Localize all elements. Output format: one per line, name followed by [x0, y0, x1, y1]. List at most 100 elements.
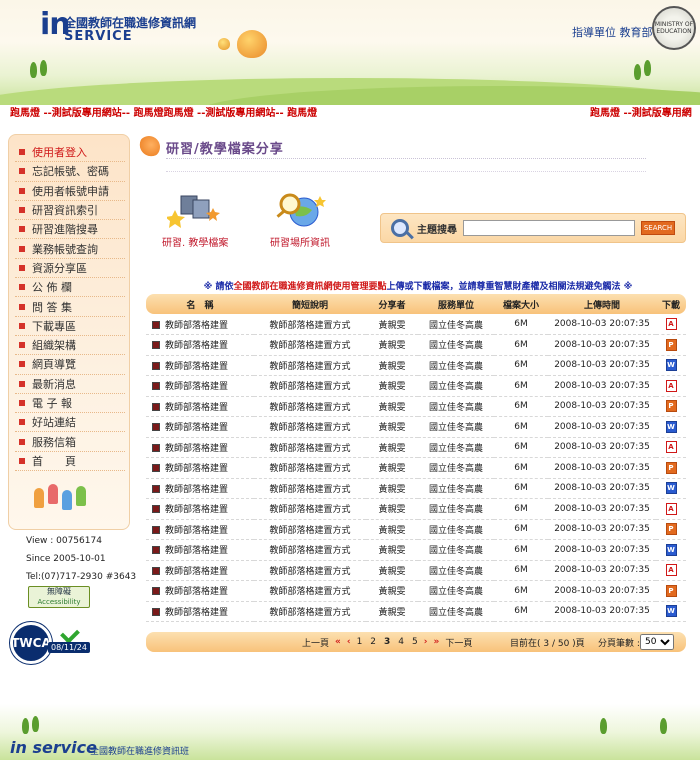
last-page-arrow[interactable]: »	[433, 637, 439, 647]
download-cell[interactable]: A	[656, 375, 686, 397]
word-file-icon[interactable]: W	[665, 605, 677, 618]
file-name-cell[interactable]: 教師部落格建置	[146, 396, 254, 417]
file-desc: 教師部落格建置方式	[254, 375, 366, 397]
download-cell[interactable]: P	[656, 519, 686, 540]
file-name[interactable]: 教師部落格建置	[165, 321, 228, 331]
sidebar-item[interactable]: 服務信箱	[15, 432, 125, 452]
download-cell[interactable]: P	[656, 334, 686, 356]
file-name[interactable]: 教師部落格建置	[165, 526, 228, 536]
ppt-file-icon[interactable]: P	[665, 584, 677, 597]
download-cell[interactable]: W	[656, 601, 686, 622]
per-page-select[interactable]: 50	[640, 634, 674, 650]
file-name-cell[interactable]: 教師部落格建置	[146, 416, 254, 438]
file-name[interactable]: 教師部落格建置	[165, 464, 228, 474]
file-name-cell[interactable]: 教師部落格建置	[146, 580, 254, 602]
file-name-cell[interactable]: 教師部落格建置	[146, 375, 254, 397]
file-name[interactable]: 教師部落格建置	[165, 546, 228, 556]
file-name[interactable]: 教師部落格建置	[165, 505, 228, 515]
file-name-cell[interactable]: 教師部落格建置	[146, 355, 254, 376]
sidebar-item[interactable]: 組織架構	[15, 336, 125, 356]
sidebar-item[interactable]: 研習進階搜尋	[15, 220, 125, 240]
file-name[interactable]: 教師部落格建置	[165, 608, 228, 618]
next-page-arrow[interactable]: ›	[424, 637, 428, 647]
download-cell[interactable]: A	[656, 498, 686, 520]
sidebar-item[interactable]: 下載專區	[15, 317, 125, 336]
first-page-arrow[interactable]: «	[335, 637, 341, 647]
shortcut-venue-info[interactable]: 研習場所資訊	[270, 190, 330, 249]
search-input[interactable]	[463, 220, 635, 236]
sidebar-item[interactable]: 電 子 報	[15, 394, 125, 414]
sidebar-item[interactable]: 忘記帳號、密碼	[15, 162, 125, 182]
file-name[interactable]: 教師部落格建置	[165, 567, 228, 577]
file-name[interactable]: 教師部落格建置	[165, 362, 228, 372]
shortcut-teaching-files[interactable]: 研習. 教學檔案	[162, 190, 228, 249]
bullet-icon	[19, 207, 25, 214]
file-name-cell[interactable]: 教師部落格建置	[146, 498, 254, 520]
file-name-cell[interactable]: 教師部落格建置	[146, 478, 254, 499]
pdf-file-icon[interactable]: A	[665, 502, 677, 515]
prev-page-arrow[interactable]: ‹	[347, 637, 351, 647]
file-name-cell[interactable]: 教師部落格建置	[146, 539, 254, 561]
sidebar-item[interactable]: 問 答 集	[15, 297, 125, 317]
ministry-name[interactable]: 教育部	[620, 26, 653, 39]
pdf-file-icon[interactable]: A	[665, 318, 677, 330]
download-cell[interactable]: W	[656, 355, 686, 376]
file-name-cell[interactable]: 教師部落格建置	[146, 601, 254, 622]
download-cell[interactable]: A	[656, 560, 686, 581]
download-cell[interactable]: A	[656, 437, 686, 458]
sidebar-item[interactable]: 資源分享區	[15, 259, 125, 279]
pdf-file-icon[interactable]: A	[665, 379, 677, 392]
file-name[interactable]: 教師部落格建置	[165, 587, 228, 597]
page-number-link[interactable]: 1	[357, 637, 363, 647]
ppt-file-icon[interactable]: P	[665, 461, 677, 474]
ppt-file-icon[interactable]: P	[665, 400, 677, 413]
search-button[interactable]: SEARCH	[641, 221, 675, 235]
download-cell[interactable]: W	[656, 416, 686, 438]
word-file-icon[interactable]: W	[665, 543, 677, 556]
page-number-link[interactable]: 2	[370, 637, 376, 647]
download-cell[interactable]: A	[656, 314, 686, 335]
sidebar-item[interactable]: 使用者登入	[15, 143, 125, 163]
sidebar-item[interactable]: 首 頁	[15, 452, 125, 472]
file-name[interactable]: 教師部落格建置	[165, 403, 228, 413]
sidebar-item[interactable]: 使用者帳號申請	[15, 182, 125, 201]
file-name[interactable]: 教師部落格建置	[165, 382, 228, 392]
sidebar-item[interactable]: 網頁導覽	[15, 355, 125, 375]
word-file-icon[interactable]: W	[665, 482, 677, 495]
next-page-link[interactable]: 下一頁	[445, 636, 472, 649]
ppt-file-icon[interactable]: P	[665, 338, 677, 351]
prev-page-link[interactable]: 上一頁	[302, 636, 329, 649]
ppt-file-icon[interactable]: P	[665, 523, 677, 536]
download-cell[interactable]: P	[656, 396, 686, 417]
download-cell[interactable]: P	[656, 457, 686, 479]
accessibility-badge[interactable]: 無障礙 Accessibility	[28, 586, 90, 608]
download-cell[interactable]: P	[656, 580, 686, 602]
file-name[interactable]: 教師部落格建置	[165, 444, 228, 454]
twca-badge[interactable]: TWCA 08/11/24	[10, 622, 106, 664]
word-file-icon[interactable]: W	[665, 359, 677, 372]
sidebar-item[interactable]: 業務帳號查詢	[15, 239, 125, 259]
page-number-link[interactable]: 3	[384, 637, 390, 647]
word-file-icon[interactable]: W	[665, 420, 677, 433]
download-cell[interactable]: W	[656, 478, 686, 499]
download-cell[interactable]: W	[656, 539, 686, 561]
page-number-link[interactable]: 5	[412, 637, 418, 647]
file-name-cell[interactable]: 教師部落格建置	[146, 334, 254, 356]
file-name[interactable]: 教師部落格建置	[165, 423, 228, 433]
file-name-cell[interactable]: 教師部落格建置	[146, 519, 254, 540]
file-name-cell[interactable]: 教師部落格建置	[146, 560, 254, 581]
sidebar-item[interactable]: 最新消息	[15, 375, 125, 394]
pdf-file-icon[interactable]: A	[665, 441, 677, 454]
file-name[interactable]: 教師部落格建置	[165, 341, 228, 351]
sidebar-item[interactable]: 公 佈 欄	[15, 278, 125, 298]
child-figure	[76, 486, 86, 506]
notice-link[interactable]: 全國教師在職進修資訊網使用管理要點	[233, 282, 386, 292]
file-name-cell[interactable]: 教師部落格建置	[146, 437, 254, 458]
file-name[interactable]: 教師部落格建置	[165, 485, 228, 495]
sidebar-item[interactable]: 研習資訊索引	[15, 201, 125, 221]
file-name-cell[interactable]: 教師部落格建置	[146, 457, 254, 479]
page-number-link[interactable]: 4	[398, 637, 404, 647]
sidebar-item[interactable]: 好站連結	[15, 413, 125, 433]
file-name-cell[interactable]: 教師部落格建置	[146, 314, 254, 335]
pdf-file-icon[interactable]: A	[665, 564, 677, 577]
